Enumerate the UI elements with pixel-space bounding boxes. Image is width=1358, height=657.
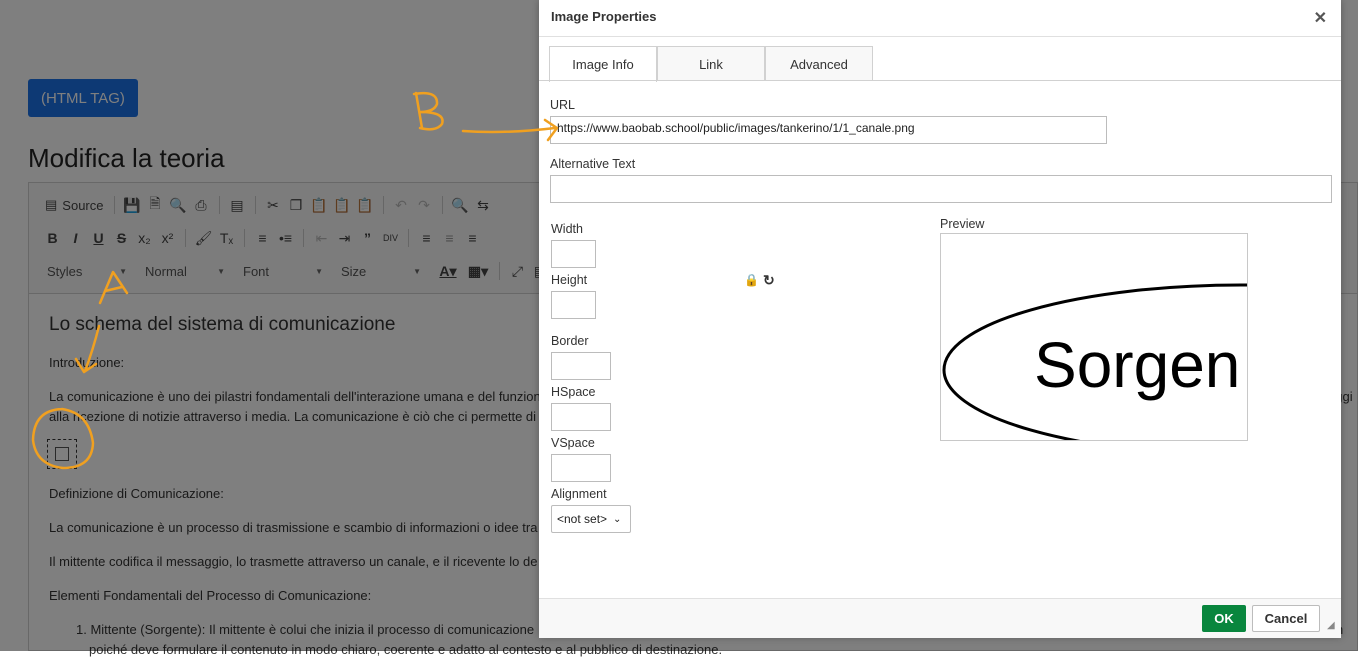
vspace-label: VSpace <box>551 436 595 450</box>
tab-image-info[interactable]: Image Info <box>549 46 657 82</box>
ok-button[interactable]: OK <box>1202 605 1246 632</box>
alignment-select[interactable]: <not set> ⌄ <box>551 505 631 533</box>
hspace-label: HSpace <box>551 385 596 399</box>
reset-size-icon[interactable]: ↻ <box>763 272 775 289</box>
image-properties-dialog: Image Properties ✕ Image Info Link Advan… <box>539 0 1341 638</box>
alignment-value: <not set> <box>557 512 608 526</box>
preview-diagram: Sorgen <box>942 283 1247 440</box>
url-label: URL <box>550 98 576 112</box>
preview-text: Sorgen <box>1034 329 1240 401</box>
vspace-input[interactable] <box>551 454 611 482</box>
width-input[interactable] <box>551 240 596 268</box>
hspace-input[interactable] <box>551 403 611 431</box>
alt-text-input[interactable] <box>550 175 1332 203</box>
chevron-down-icon: ⌄ <box>613 513 622 525</box>
tab-advanced[interactable]: Advanced <box>765 46 873 81</box>
lock-ratio-icon[interactable]: 🔒 <box>744 273 759 287</box>
width-label: Width <box>551 222 583 236</box>
border-label: Border <box>551 334 589 348</box>
url-input[interactable]: https://www.baobab.school/public/images/… <box>550 116 1107 144</box>
dialog-title: Image Properties <box>551 9 657 24</box>
tab-link[interactable]: Link <box>657 46 765 81</box>
border-input[interactable] <box>551 352 611 380</box>
alt-text-label: Alternative Text <box>550 157 636 171</box>
dialog-tabs: Image Info Link Advanced <box>549 46 873 82</box>
height-label: Height <box>551 273 588 287</box>
close-icon[interactable]: ✕ <box>1314 8 1327 28</box>
image-preview: Sorgen <box>940 233 1248 441</box>
resize-handle-icon[interactable]: ◢ <box>1327 620 1335 631</box>
alignment-label: Alignment <box>551 487 607 501</box>
cancel-button[interactable]: Cancel <box>1252 605 1320 632</box>
preview-label: Preview <box>940 217 985 231</box>
height-input[interactable] <box>551 291 596 319</box>
